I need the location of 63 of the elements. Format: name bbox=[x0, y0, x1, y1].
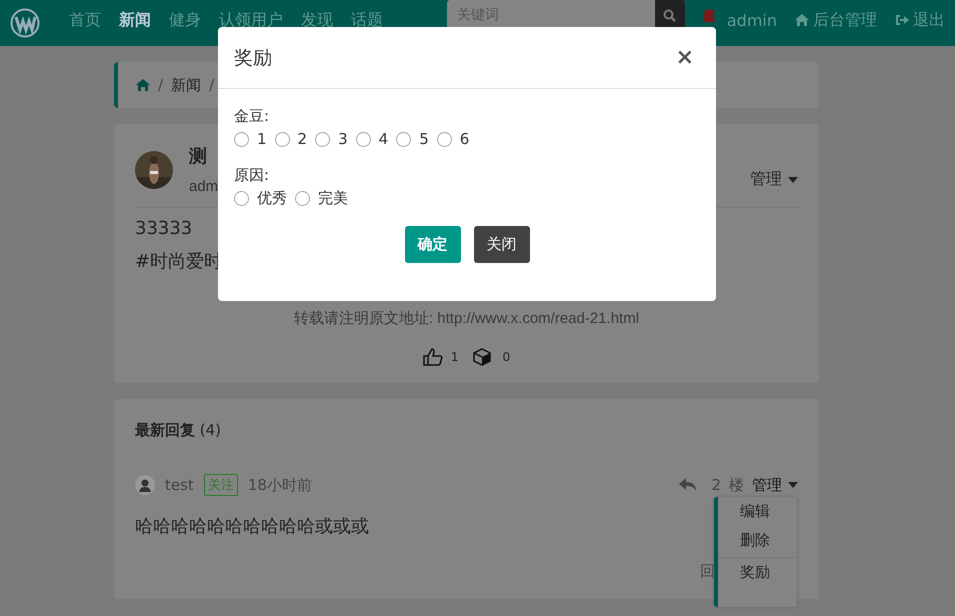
source-note: 转载请注明原文地址: http://www.x.com/read-21.html bbox=[292, 309, 640, 328]
radio-button[interactable] bbox=[436, 132, 452, 146]
nav-link[interactable]: 新闻 bbox=[119, 12, 151, 28]
username[interactable]: test bbox=[165, 476, 194, 494]
field-label: 原因: bbox=[234, 166, 270, 185]
breadcrumb-link[interactable]: 新闻 bbox=[171, 76, 202, 94]
thumbs-up-icon[interactable] bbox=[422, 348, 443, 366]
radio-label[interactable]: 3 bbox=[338, 130, 348, 148]
caret-icon bbox=[788, 482, 798, 488]
nav-link[interactable]: 首页 bbox=[69, 12, 101, 28]
radio-button[interactable] bbox=[396, 132, 412, 146]
close-button[interactable]: 关闭 bbox=[474, 226, 530, 263]
reply-link[interactable]: 回 bbox=[700, 562, 715, 581]
reply-icon[interactable] bbox=[679, 478, 698, 492]
avatar-icon[interactable] bbox=[135, 475, 155, 495]
menu-item[interactable]: 编辑 bbox=[718, 497, 797, 526]
logout-icon bbox=[895, 14, 909, 26]
nav-link[interactable]: 健身 bbox=[169, 12, 201, 28]
manage-dropdown[interactable]: 管理 bbox=[752, 476, 798, 494]
radio-label[interactable]: 1 bbox=[257, 130, 267, 148]
user-link[interactable]: admin bbox=[726, 10, 777, 30]
radio-button[interactable] bbox=[295, 191, 310, 206]
dialog-title: 奖励 bbox=[234, 46, 272, 70]
radio-label[interactable]: 6 bbox=[460, 130, 470, 148]
nav-link[interactable]: 话题 bbox=[351, 12, 383, 28]
author-meta: adm bbox=[189, 178, 218, 195]
radio-label[interactable]: 优秀 bbox=[257, 189, 287, 208]
home-icon bbox=[795, 14, 809, 26]
radio-label[interactable]: 5 bbox=[419, 130, 429, 148]
box-icon[interactable] bbox=[472, 348, 490, 366]
like-count: 1 bbox=[450, 350, 458, 364]
reply-text: 哈哈哈哈哈哈哈哈哈哈或或或 bbox=[135, 515, 370, 538]
menu-item[interactable]: 奖励 bbox=[718, 558, 797, 587]
nav-link[interactable]: 发现 bbox=[301, 12, 333, 28]
radio-button[interactable] bbox=[234, 132, 249, 146]
search-icon bbox=[663, 8, 676, 22]
author-name[interactable]: 测 bbox=[189, 144, 218, 168]
radio-label[interactable]: 2 bbox=[298, 130, 308, 148]
radio-button[interactable] bbox=[315, 132, 330, 146]
section-title: 最新回复 (4) bbox=[135, 421, 222, 440]
field-label: 金豆: bbox=[234, 107, 270, 126]
radio-label[interactable]: 4 bbox=[378, 130, 388, 148]
radio-label[interactable]: 完美 bbox=[318, 189, 348, 208]
nav-link[interactable]: 后台管理 bbox=[813, 10, 877, 30]
reply-time: 18小时前 bbox=[248, 476, 312, 494]
floor-label: 楼 bbox=[729, 476, 744, 494]
close-button[interactable]: × bbox=[670, 45, 700, 70]
menu-item[interactable]: 删除 bbox=[718, 526, 797, 555]
nav-link[interactable]: 退出 bbox=[913, 10, 945, 30]
nav-link[interactable]: 认领用户 bbox=[219, 12, 283, 28]
floor-number: 2 bbox=[711, 476, 721, 494]
logo-icon[interactable] bbox=[10, 8, 40, 38]
favorite-count: 0 bbox=[502, 350, 510, 364]
home-icon[interactable] bbox=[136, 79, 150, 91]
post-text: 33333 bbox=[135, 218, 194, 239]
manage-dropdown[interactable]: 管理 bbox=[750, 169, 798, 190]
radio-button[interactable] bbox=[274, 132, 290, 146]
confirm-button[interactable]: 确定 bbox=[404, 226, 460, 263]
separator: / bbox=[209, 76, 214, 94]
radio-button[interactable] bbox=[234, 191, 249, 206]
separator: / bbox=[158, 76, 164, 94]
radio-button[interactable] bbox=[356, 132, 371, 146]
caret-icon bbox=[788, 176, 798, 182]
